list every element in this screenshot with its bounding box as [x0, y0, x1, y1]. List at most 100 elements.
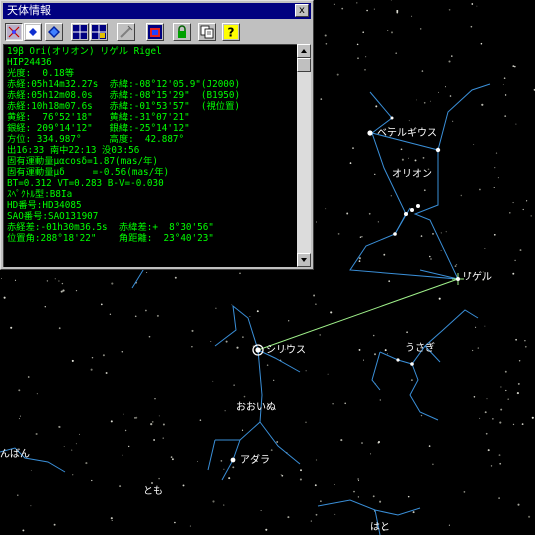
- scroll-thumb[interactable]: [297, 58, 311, 72]
- label-sirius: シリウス: [266, 345, 306, 356]
- info-line-ra-dec-apparent: 赤経:10h18m07.6s 赤緯:-01°53'57" (視位置): [7, 101, 240, 112]
- adhara-star[interactable]: [230, 457, 236, 463]
- label-left-edge: んばん: [0, 449, 30, 460]
- field-star: [423, 101, 426, 104]
- betelgeuse-star[interactable]: [367, 130, 373, 136]
- field-star: [123, 413, 124, 415]
- field-star: [528, 515, 531, 518]
- label-canis-major: おおいぬ: [236, 402, 276, 413]
- field-star: [420, 414, 423, 417]
- field-star: [124, 429, 127, 432]
- window-title-bar[interactable]: 天体情報 x: [3, 3, 311, 19]
- field-star: [91, 479, 93, 482]
- field-star: [148, 335, 151, 338]
- field-star: [498, 454, 501, 457]
- field-star: [134, 315, 137, 318]
- field-star: [128, 445, 130, 448]
- field-star: [197, 461, 198, 463]
- field-star: [500, 408, 503, 411]
- diamond-button[interactable]: [45, 23, 63, 41]
- constellation-lines-button[interactable]: [5, 23, 23, 41]
- field-star: [390, 195, 392, 197]
- field-star: [377, 221, 379, 223]
- grid-lock-button[interactable]: [90, 23, 108, 41]
- lepus-star[interactable]: [396, 358, 400, 362]
- info-text-area[interactable]: 19β Ori(オリオン) リゲル Rigel HIP24436 光度: 0.1…: [3, 44, 297, 267]
- field-star: [313, 294, 316, 297]
- info-line-offset: 赤経差:-01h30m36.5s 赤緯差:+ 8°30'56": [7, 222, 214, 233]
- field-star: [249, 316, 251, 318]
- star-marker-button[interactable]: [24, 23, 42, 41]
- field-star: [387, 30, 389, 32]
- saiph-star[interactable]: [393, 232, 397, 236]
- orion-belt-star[interactable]: [416, 204, 420, 208]
- field-star: [260, 509, 262, 512]
- toolbar: ?: [3, 21, 311, 43]
- field-star: [463, 491, 466, 493]
- field-star: [171, 458, 174, 461]
- field-star: [484, 411, 487, 414]
- field-star: [396, 11, 399, 14]
- label-betelgeuse: ベテルギウス: [377, 128, 437, 139]
- field-star: [366, 9, 368, 12]
- field-star: [460, 194, 463, 197]
- info-line-spectral-type: ｽﾍﾟｸﾄﾙ型:B8Ia: [7, 189, 73, 200]
- orion-lines: [349, 83, 491, 280]
- field-star: [189, 525, 191, 527]
- meissa-star[interactable]: [390, 116, 394, 120]
- field-star: [105, 372, 108, 374]
- field-star: [199, 419, 202, 421]
- field-star: [315, 303, 317, 306]
- field-star: [503, 77, 506, 79]
- field-star: [36, 393, 38, 395]
- label-rigel: リゲル: [462, 272, 492, 283]
- grid-lock-icon: [92, 25, 106, 39]
- field-star: [471, 3, 474, 5]
- info-line-photometry: BT=0.312 VT=0.283 B-V=-0.030: [7, 178, 164, 189]
- vertical-scrollbar[interactable]: [297, 44, 311, 267]
- field-star: [493, 233, 496, 236]
- field-star: [330, 311, 333, 314]
- info-line-ra-dec-j2000: 赤経:05h14m32.27s 赤緯:-08°12'05.9"(J2000): [7, 79, 241, 90]
- field-star: [407, 495, 410, 498]
- object-info-window[interactable]: 天体情報 x ? 19β Ori(オリオン) リゲル Rigel HIP2443…: [0, 0, 314, 270]
- orion-belt-star[interactable]: [410, 208, 414, 212]
- close-button[interactable]: x: [295, 4, 309, 17]
- field-star: [273, 379, 275, 381]
- copy-button[interactable]: [198, 23, 216, 41]
- field-star: [477, 347, 479, 349]
- field-star: [454, 265, 457, 267]
- field-star: [526, 200, 528, 202]
- field-star: [518, 360, 521, 362]
- field-star: [287, 516, 290, 519]
- wand-button[interactable]: [117, 23, 135, 41]
- image-window-button[interactable]: [146, 23, 164, 41]
- scroll-down-button[interactable]: [297, 253, 311, 267]
- field-star: [1, 278, 2, 280]
- bellatrix-star[interactable]: [435, 147, 441, 153]
- field-star: [444, 86, 447, 88]
- field-star: [358, 257, 361, 260]
- field-star: [110, 420, 113, 423]
- field-star: [288, 320, 290, 322]
- field-star: [320, 500, 322, 502]
- field-star: [490, 465, 493, 467]
- field-star: [162, 437, 164, 439]
- grid-button[interactable]: [71, 23, 89, 41]
- help-button[interactable]: ?: [222, 23, 240, 41]
- field-star: [158, 477, 160, 480]
- field-star: [448, 524, 450, 526]
- label-columba: はと: [370, 522, 390, 533]
- field-star: [333, 3, 335, 5]
- info-line-position-angle: 位置角:288°18'22" 角距離: 23°40'23": [7, 233, 214, 244]
- field-star: [231, 304, 233, 306]
- field-star: [406, 331, 408, 334]
- lock-button[interactable]: [173, 23, 191, 41]
- field-star: [414, 159, 417, 162]
- field-star: [111, 282, 114, 285]
- field-star: [391, 31, 393, 34]
- scroll-up-button[interactable]: [297, 44, 311, 58]
- orion-belt-star[interactable]: [404, 212, 408, 216]
- columba-lines: [317, 499, 421, 516]
- lepus-star[interactable]: [410, 362, 414, 366]
